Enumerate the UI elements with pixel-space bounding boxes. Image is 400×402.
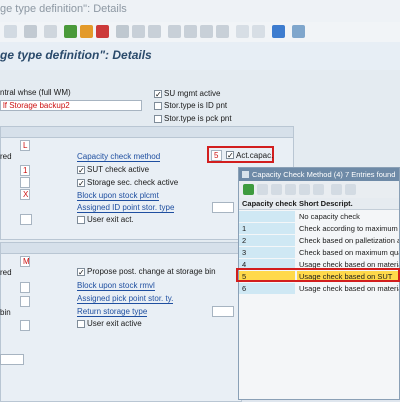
row-desc: No capacity check xyxy=(299,212,360,221)
su-mgmt-checkbox[interactable]: ✓ xyxy=(154,90,162,99)
popup-grid-header: Capacity check Short Descript. xyxy=(239,198,399,210)
act-capac-label: Act.capac. xyxy=(236,151,274,160)
confirm-icon[interactable] xyxy=(243,184,254,195)
list-item[interactable]: 1 Check according to maximum we xyxy=(239,223,399,234)
sort-icon[interactable] xyxy=(271,184,282,195)
find-icon-popup[interactable] xyxy=(257,184,268,195)
help-icon[interactable] xyxy=(272,25,285,38)
find-icon[interactable] xyxy=(132,25,145,38)
removal-bin-label: bin xyxy=(0,308,11,317)
row-desc: Check according to maximum we xyxy=(299,224,399,233)
assigned-id-point-label[interactable]: Assigned ID point stor. type xyxy=(77,203,175,213)
pck-pnt-label: Stor.type is pck pnt xyxy=(164,114,232,123)
exit-icon[interactable] xyxy=(80,25,93,38)
page-header: ge type definition": Details xyxy=(0,42,400,70)
removal-frame-header xyxy=(1,243,241,254)
enter-icon[interactable] xyxy=(24,25,37,38)
putaway-field-1[interactable]: L xyxy=(20,140,30,151)
print-icon-popup[interactable] xyxy=(299,184,310,195)
central-whse-label: ntral whse (full WM) xyxy=(0,88,71,97)
page-title: ge type definition": Details xyxy=(0,48,152,62)
back-icon[interactable] xyxy=(64,25,77,38)
removal-left-label: red xyxy=(0,268,12,277)
putaway-left-label: red xyxy=(0,152,12,161)
copy-icon[interactable] xyxy=(345,184,356,195)
capacity-check-value[interactable]: 5 xyxy=(211,150,222,161)
assigned-id-point-field[interactable] xyxy=(212,202,234,213)
putaway-field-4[interactable]: X xyxy=(20,189,30,200)
prev-page-icon[interactable] xyxy=(184,25,197,38)
new-session-icon[interactable] xyxy=(236,25,249,38)
sut-check-label: SUT check active xyxy=(87,165,150,174)
capacity-check-method-label[interactable]: Capacity check method xyxy=(77,152,161,162)
filter-icon[interactable] xyxy=(285,184,296,195)
print-icon[interactable] xyxy=(116,25,129,38)
info-icon[interactable] xyxy=(331,184,342,195)
act-capac-checkbox[interactable]: ✓ xyxy=(226,151,234,160)
storage-sec-label: Storage sec. check active xyxy=(87,178,179,187)
last-page-icon[interactable] xyxy=(216,25,229,38)
return-storage-type-label[interactable]: Return storage type xyxy=(77,307,148,317)
settings-icon[interactable] xyxy=(313,184,324,195)
find-next-icon[interactable] xyxy=(148,25,161,38)
pck-pnt-checkbox[interactable] xyxy=(154,115,162,123)
row-desc: Check based on maximum quant xyxy=(299,248,399,257)
id-pnt-label: Stor.type is ID pnt xyxy=(164,101,228,110)
su-mgmt-label: SU mgmt active xyxy=(164,89,221,98)
removal-field-5[interactable] xyxy=(0,354,24,365)
cancel-icon[interactable] xyxy=(96,25,109,38)
row-code: 2 xyxy=(239,235,295,246)
popup-window-icon xyxy=(242,171,249,178)
block-upon-plcmt-label[interactable]: Block upon stock plcmt xyxy=(77,191,159,201)
list-item[interactable]: No capacity check xyxy=(239,211,399,222)
row-code: 6 xyxy=(239,283,295,294)
removal-field-1[interactable]: M xyxy=(20,256,30,267)
menu-icon[interactable] xyxy=(4,25,17,38)
storage-type-description[interactable]: lf Storage backup2 xyxy=(0,100,142,111)
id-pnt-checkbox[interactable] xyxy=(154,102,162,110)
removal-field-4[interactable] xyxy=(20,320,30,331)
assigned-pick-point-label[interactable]: Assigned pick point stor. ty. xyxy=(77,294,174,304)
return-storage-type-field[interactable] xyxy=(212,306,234,317)
list-item[interactable]: 6 Usage check based on material p xyxy=(239,283,399,294)
row-code: 1 xyxy=(239,223,295,234)
user-exit-active-checkbox[interactable] xyxy=(77,320,85,328)
selected-row-highlight-box xyxy=(236,268,400,282)
window-title: ge type definition": Details xyxy=(0,3,127,15)
capacity-check-method-popup: Capacity Check Method (4) 7 Entries foun… xyxy=(238,167,400,400)
popup-toolbar xyxy=(239,181,399,199)
popup-titlebar: Capacity Check Method (4) 7 Entries foun… xyxy=(239,168,399,181)
putaway-frame-header xyxy=(1,127,293,138)
layout-icon[interactable] xyxy=(292,25,305,38)
row-code: 3 xyxy=(239,247,295,258)
shortcut-icon[interactable] xyxy=(252,25,265,38)
user-exit-act-checkbox[interactable] xyxy=(77,216,85,224)
col-short-descript[interactable]: Short Descript. xyxy=(299,199,353,208)
list-item[interactable]: 3 Check based on maximum quant xyxy=(239,247,399,258)
row-code xyxy=(239,211,295,222)
removal-field-2[interactable] xyxy=(20,282,30,293)
user-exit-active-label: User exit active xyxy=(87,319,142,328)
row-desc: Usage check based on material p xyxy=(299,284,399,293)
putaway-field-5[interactable] xyxy=(20,214,32,225)
user-exit-act-label: User exit act. xyxy=(87,215,134,224)
removal-field-3[interactable] xyxy=(20,296,30,307)
row-desc: Check based on palletization acc xyxy=(299,236,399,245)
list-item[interactable]: 2 Check based on palletization acc xyxy=(239,235,399,246)
first-page-icon[interactable] xyxy=(168,25,181,38)
storage-sec-checkbox[interactable]: ✓ xyxy=(77,179,85,188)
putaway-field-3[interactable] xyxy=(20,177,30,188)
application-toolbar xyxy=(0,22,400,43)
next-page-icon[interactable] xyxy=(200,25,213,38)
window-titlebar: ge type definition": Details xyxy=(0,0,400,23)
sut-check-checkbox[interactable]: ✓ xyxy=(77,166,85,175)
block-upon-rmvl-label[interactable]: Block upon stock rmvl xyxy=(77,281,155,291)
propose-post-change-label: Propose post. change at storage bin xyxy=(87,267,216,276)
save-icon[interactable] xyxy=(44,25,57,38)
col-capacity-check[interactable]: Capacity check xyxy=(242,199,297,208)
popup-title: Capacity Check Method (4) 7 Entries foun… xyxy=(252,170,396,179)
propose-post-change-checkbox[interactable]: ✓ xyxy=(77,268,85,277)
putaway-field-2[interactable]: 1 xyxy=(20,165,30,176)
